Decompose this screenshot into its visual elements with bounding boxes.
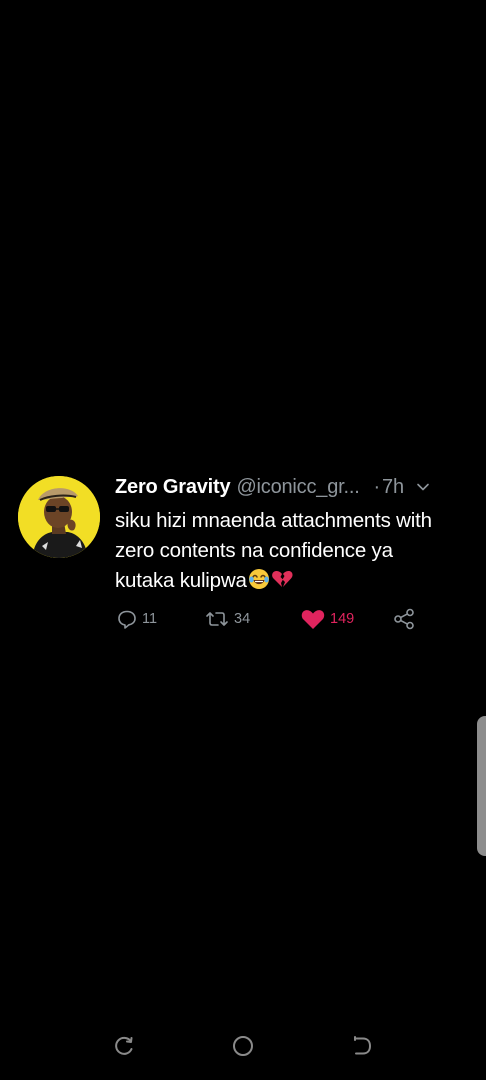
retweet-icon	[206, 612, 228, 626]
screen: Zero Gravity @iconicc_gr... · 7h siku hi…	[0, 0, 486, 1080]
chevron-down-icon[interactable]	[416, 480, 430, 494]
tweet-time[interactable]: 7h	[382, 476, 404, 499]
navigation-bar	[0, 1014, 486, 1080]
reply-button[interactable]: 11	[116, 606, 157, 632]
tweet-text: siku hizi mnaenda attachments with zero …	[115, 506, 475, 596]
avatar[interactable]	[18, 476, 100, 558]
retweet-count: 34	[234, 611, 251, 627]
like-count: 149	[330, 611, 355, 627]
broken-heart-emoji	[271, 568, 293, 590]
display-name[interactable]: Zero Gravity	[115, 476, 231, 499]
retweet-button[interactable]: 34	[204, 606, 250, 632]
tweet-actions: 11 34 149	[116, 606, 436, 632]
back-icon[interactable]	[348, 1032, 376, 1060]
avatar-portrait-icon	[18, 476, 100, 558]
tweet-header: Zero Gravity @iconicc_gr... · 7h	[115, 474, 475, 500]
face-with-tears-of-joy-emoji	[248, 568, 270, 590]
user-handle[interactable]: @iconicc_gr...	[236, 476, 359, 499]
home-icon[interactable]	[229, 1032, 257, 1060]
tweet[interactable]: Zero Gravity @iconicc_gr... · 7h siku hi…	[18, 474, 474, 644]
tweet-text-line: kutaka kulipwa	[115, 569, 247, 592]
share-icon	[394, 608, 414, 630]
heart-icon	[301, 610, 325, 629]
tweet-text-line: siku hizi mnaenda attachments with	[115, 509, 432, 532]
reply-count: 11	[142, 611, 158, 627]
separator-dot: ·	[373, 475, 381, 498]
tweet-body: Zero Gravity @iconicc_gr... · 7h siku hi…	[115, 474, 475, 596]
recent-apps-icon[interactable]	[110, 1032, 138, 1060]
tweet-text-line: zero contents na confidence ya	[115, 539, 393, 562]
share-button[interactable]	[392, 606, 416, 632]
tweet-text-line-last: kutaka kulipwa	[115, 566, 475, 596]
edge-panel-handle[interactable]	[477, 716, 486, 856]
reply-icon	[118, 610, 136, 629]
like-button[interactable]: 149	[300, 606, 354, 632]
